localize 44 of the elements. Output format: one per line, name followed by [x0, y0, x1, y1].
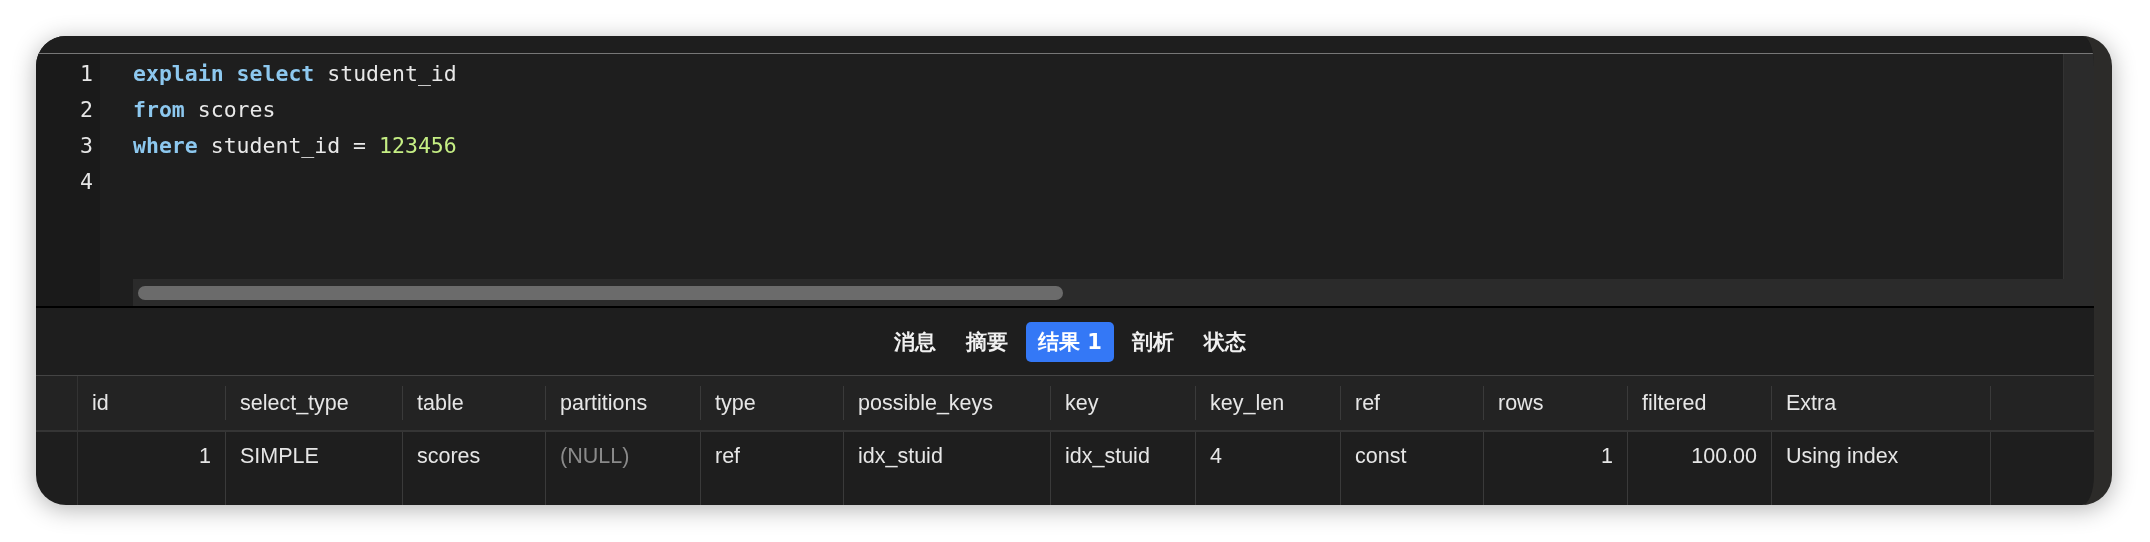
result-tab[interactable]: 结果 1: [1026, 321, 1114, 362]
code-token: student_id: [327, 59, 457, 88]
result-tab[interactable]: 消息: [882, 321, 949, 362]
column-header[interactable]: select_type: [240, 390, 349, 416]
code-token: scores: [197, 95, 276, 124]
table-cell-text: Using index: [1786, 444, 1899, 470]
result-tab[interactable]: 剖析: [1119, 321, 1186, 362]
result-tab[interactable]: 摘要: [954, 321, 1021, 362]
scrollbar-thumb[interactable]: [138, 285, 1063, 300]
table-cell-text: scores: [417, 444, 481, 470]
column-header[interactable]: rows: [1498, 390, 1544, 416]
table-cell-text: const: [1355, 444, 1407, 470]
table-cell-text: 4: [1210, 444, 1222, 470]
column-header[interactable]: key: [1065, 390, 1099, 416]
result-tab[interactable]: 状态: [1191, 321, 1258, 362]
column-header[interactable]: partitions: [560, 390, 648, 416]
column-header[interactable]: Extra: [1786, 390, 1837, 416]
horizontal-scrollbar[interactable]: [133, 279, 2064, 307]
column-header[interactable]: type: [715, 390, 756, 416]
column-header[interactable]: key_len: [1210, 390, 1285, 416]
column-header[interactable]: filtered: [1642, 390, 1707, 416]
line-number: 1: [79, 59, 94, 88]
code-token: 123456: [379, 131, 457, 160]
table-cell-text: idx_stuid: [858, 444, 943, 470]
table-cell-text: ref: [715, 444, 741, 470]
vertical-scrollbar[interactable]: [2064, 53, 2094, 307]
table-cell-text: 1: [1601, 444, 1613, 470]
code-token: student_id =: [210, 131, 367, 160]
table-cell-text: idx_stuid: [1065, 444, 1150, 470]
column-header[interactable]: id: [92, 390, 109, 416]
table-cell-text: SIMPLE: [240, 444, 319, 470]
table-cell-text: (NULL): [560, 444, 630, 470]
code-token: explain: [133, 59, 224, 88]
code-token: select: [236, 59, 315, 88]
table-cell-text: 100.00: [1691, 444, 1757, 470]
line-number: 2: [79, 95, 94, 124]
column-header[interactable]: ref: [1355, 390, 1381, 416]
line-number: 3: [79, 131, 94, 160]
column-header[interactable]: possible_keys: [858, 390, 994, 416]
code-token: from: [133, 95, 185, 124]
table-cell-text: 1: [199, 444, 211, 470]
line-number: 4: [79, 167, 94, 196]
code-token: where: [133, 131, 198, 160]
column-header[interactable]: table: [417, 390, 464, 416]
